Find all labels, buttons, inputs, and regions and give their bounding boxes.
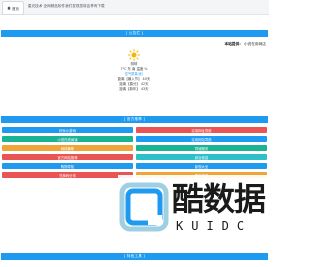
provider-info: 本站提供：小说在用网店 <box>224 42 266 47</box>
notice-text: 星光技术 全网精品软件我们发现您将会享有下载 <box>28 4 105 8</box>
sun-icon <box>128 49 140 61</box>
section-header-weather: [ 公告栏 ] <box>1 30 268 37</box>
watermark-title: 酷数据 <box>172 180 266 218</box>
link-button[interactable]: 小说在线阅读 <box>2 136 133 142</box>
link-button[interactable]: 官方网站推荐 <box>2 154 133 160</box>
provider-label: 本站提供： <box>224 42 243 46</box>
link-button[interactable]: 综合信息 <box>136 154 267 160</box>
link-button[interactable]: 网络兼职 <box>2 145 133 151</box>
tab-home[interactable]: 首页 <box>2 1 24 15</box>
link-button[interactable]: 实用网站导航 <box>136 136 267 142</box>
provider-name: 小说在用网店 <box>243 42 266 46</box>
home-icon <box>7 6 11 10</box>
watermark: 酷数据 KUIDC <box>118 175 268 245</box>
link-grid: 好玩小游戏 实用网址导航 小说在线阅读 实用网站导航 网络兼职 同城服务 官方网… <box>2 127 267 178</box>
watermark-subtitle: KUIDC <box>176 219 253 233</box>
link-button[interactable]: 实用网址导航 <box>136 127 267 133</box>
link-button[interactable]: 同城服务 <box>136 145 267 151</box>
link-button[interactable]: 购物导航 <box>2 163 133 169</box>
top-bar: 首页 星光技术 全网精品软件我们发现您将会享有下载 <box>0 0 269 15</box>
link-button[interactable]: 兑换码分享 <box>2 172 133 178</box>
kuidc-logo-icon <box>119 182 169 232</box>
weather-widget: 阴晴 7℃ 东 南 温度 % 空气质量(优) 距离【暴入节】 40天 距离【春分… <box>84 49 184 92</box>
weather-line: 距离【新年】 43天 <box>119 87 149 91</box>
section-header-tools: [ 官方推荐 ] <box>1 116 268 123</box>
tab-home-label: 首页 <box>12 6 19 11</box>
link-button[interactable]: 好玩小游戏 <box>2 127 133 133</box>
link-button[interactable]: 影视大全 <box>136 163 267 169</box>
section-header-bottom: [ 特色工具 ] <box>1 253 268 260</box>
